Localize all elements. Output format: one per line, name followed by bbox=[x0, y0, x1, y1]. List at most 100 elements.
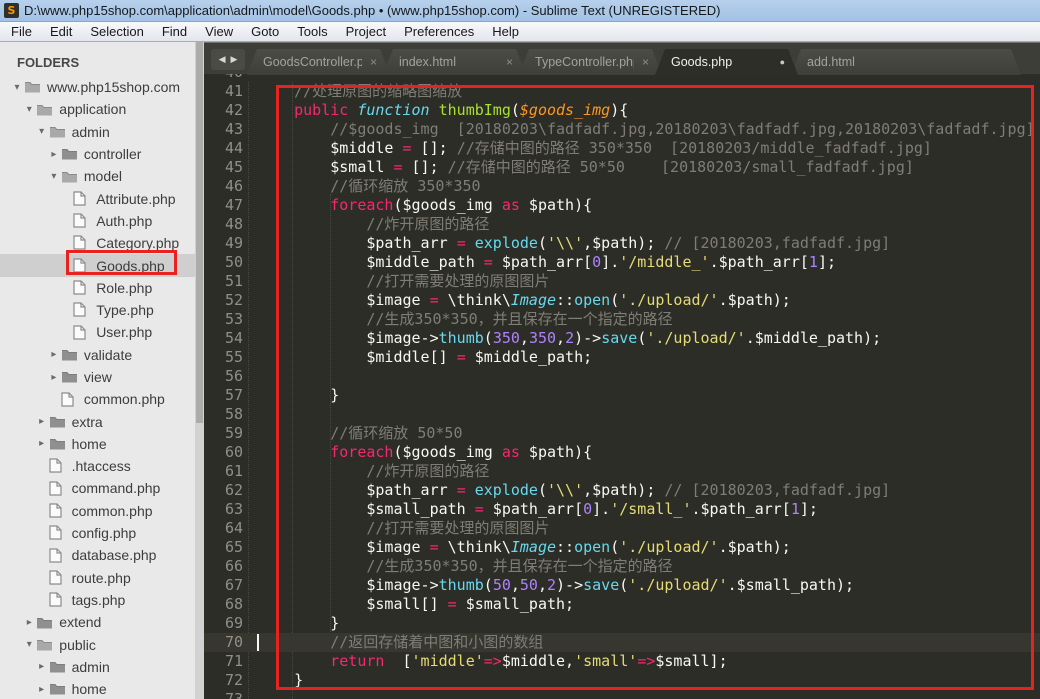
code-line[interactable]: 54 $image->thumb(350,350,2)->save('./upl… bbox=[204, 329, 1040, 348]
menu-goto[interactable]: Goto bbox=[242, 22, 288, 41]
tree-item-home[interactable]: ▸ home bbox=[0, 678, 204, 699]
tree-item-config-php[interactable]: config.php bbox=[0, 522, 204, 544]
line-number[interactable]: 61 bbox=[204, 462, 243, 481]
code-line[interactable]: 59 //循环缩放 50*50 bbox=[204, 424, 1040, 443]
line-number[interactable]: 47 bbox=[204, 196, 243, 215]
code-line[interactable]: 60 foreach($goods_img as $path){ bbox=[204, 443, 1040, 462]
sidebar-scrollbar[interactable] bbox=[195, 42, 204, 699]
tree-item-www-php15shop-com[interactable]: ▾ www.php15shop.com bbox=[0, 76, 204, 98]
menu-edit[interactable]: Edit bbox=[41, 22, 81, 41]
line-number[interactable]: 70 bbox=[204, 633, 243, 652]
line-number[interactable]: 68 bbox=[204, 595, 243, 614]
line-number[interactable]: 43 bbox=[204, 120, 243, 139]
tree-item-view[interactable]: ▸ view bbox=[0, 366, 204, 388]
collapse-triangle-icon[interactable]: ▾ bbox=[22, 104, 36, 115]
tree-item-tags-php[interactable]: tags.php bbox=[0, 589, 204, 611]
tree-item-command-php[interactable]: command.php bbox=[0, 477, 204, 499]
code-line[interactable]: 52 $image = \think\Image::open('./upload… bbox=[204, 291, 1040, 310]
line-number[interactable]: 50 bbox=[204, 253, 243, 272]
code-line[interactable]: 67 $image->thumb(50,50,2)->save('./uploa… bbox=[204, 576, 1040, 595]
menu-find[interactable]: Find bbox=[153, 22, 196, 41]
tree-item-attribute-php[interactable]: Attribute.php bbox=[0, 187, 204, 209]
code-line[interactable]: 50 $middle_path = $path_arr[0].'/middle_… bbox=[204, 253, 1040, 272]
tab-close-icon[interactable]: × bbox=[642, 55, 649, 69]
line-number[interactable]: 73 bbox=[204, 690, 243, 699]
tree-item-admin[interactable]: ▸ admin bbox=[0, 656, 204, 678]
code-line[interactable]: 58 bbox=[204, 405, 1040, 424]
tree-item-category-php[interactable]: Category.php bbox=[0, 232, 204, 254]
line-number[interactable]: 44 bbox=[204, 139, 243, 158]
line-number[interactable]: 63 bbox=[204, 500, 243, 519]
code-line[interactable]: 57 } bbox=[204, 386, 1040, 405]
tab-close-icon[interactable]: × bbox=[506, 55, 513, 69]
menu-view[interactable]: View bbox=[196, 22, 242, 41]
code-line[interactable]: 41 //处理原图的缩略图缩放 bbox=[204, 82, 1040, 101]
line-number[interactable]: 46 bbox=[204, 177, 243, 196]
line-number[interactable]: 49 bbox=[204, 234, 243, 253]
line-number[interactable]: 52 bbox=[204, 291, 243, 310]
line-number[interactable]: 53 bbox=[204, 310, 243, 329]
line-number[interactable]: 54 bbox=[204, 329, 243, 348]
line-number[interactable]: 65 bbox=[204, 538, 243, 557]
code-line[interactable]: 70 //返回存储着中图和小图的数组 bbox=[204, 633, 1040, 652]
tab-nav-arrows[interactable]: ◀ ▶ bbox=[211, 49, 245, 70]
line-number[interactable]: 59 bbox=[204, 424, 243, 443]
line-number[interactable]: 42 bbox=[204, 101, 243, 120]
tree-item-role-php[interactable]: Role.php bbox=[0, 277, 204, 299]
tree-item-public[interactable]: ▾ public bbox=[0, 633, 204, 655]
line-number[interactable]: 56 bbox=[204, 367, 243, 386]
code-line[interactable]: 47 foreach($goods_img as $path){ bbox=[204, 196, 1040, 215]
code-line[interactable]: 51 //打开需要处理的原图图片 bbox=[204, 272, 1040, 291]
collapse-triangle-icon[interactable]: ▾ bbox=[47, 171, 61, 182]
code-line[interactable]: 63 $small_path = $path_arr[0].'/small_'.… bbox=[204, 500, 1040, 519]
code-line[interactable]: 64 //打开需要处理的原图图片 bbox=[204, 519, 1040, 538]
line-number[interactable]: 64 bbox=[204, 519, 243, 538]
menu-help[interactable]: Help bbox=[483, 22, 528, 41]
expand-triangle-icon[interactable]: ▸ bbox=[35, 438, 49, 449]
tree-item-validate[interactable]: ▸ validate bbox=[0, 344, 204, 366]
code-line[interactable]: 46 //循环缩放 350*350 bbox=[204, 177, 1040, 196]
line-number[interactable]: 57 bbox=[204, 386, 243, 405]
code-line[interactable]: 61 //炸开原图的路径 bbox=[204, 462, 1040, 481]
collapse-triangle-icon[interactable]: ▾ bbox=[35, 126, 49, 137]
code-line[interactable]: 56 bbox=[204, 367, 1040, 386]
code-line[interactable]: 66 //生成350*350，并且保存在一个指定的路径 bbox=[204, 557, 1040, 576]
tree-item-auth-php[interactable]: Auth.php bbox=[0, 210, 204, 232]
line-number[interactable]: 66 bbox=[204, 557, 243, 576]
tree-item-model[interactable]: ▾ model bbox=[0, 165, 204, 187]
tab-close-icon[interactable]: × bbox=[370, 55, 377, 69]
tree-item-type-php[interactable]: Type.php bbox=[0, 299, 204, 321]
tab-goods-php[interactable]: Goods.php ● bbox=[655, 49, 798, 75]
tree-item-common-php[interactable]: common.php bbox=[0, 500, 204, 522]
tab-index-html[interactable]: index.html × bbox=[383, 49, 526, 75]
line-number[interactable]: 48 bbox=[204, 215, 243, 234]
tree-item-goods-php[interactable]: Goods.php bbox=[0, 254, 204, 277]
line-number[interactable]: 72 bbox=[204, 671, 243, 690]
code-line[interactable]: 65 $image = \think\Image::open('./upload… bbox=[204, 538, 1040, 557]
code-line[interactable]: 48 //炸开原图的路径 bbox=[204, 215, 1040, 234]
tab-scroll-left-icon[interactable]: ◀ bbox=[219, 49, 226, 70]
tree-item-extra[interactable]: ▸ extra bbox=[0, 410, 204, 432]
line-number[interactable]: 67 bbox=[204, 576, 243, 595]
code-line[interactable]: 53 //生成350*350，并且保存在一个指定的路径 bbox=[204, 310, 1040, 329]
menu-file[interactable]: File bbox=[2, 22, 41, 41]
line-number[interactable]: 55 bbox=[204, 348, 243, 367]
sidebar-scrollbar-thumb[interactable] bbox=[196, 42, 203, 424]
tab-add-html[interactable]: add.html bbox=[791, 49, 1021, 75]
expand-triangle-icon[interactable]: ▸ bbox=[47, 372, 61, 383]
code-line[interactable]: 43 //$goods_img [20180203\fadfadf.jpg,20… bbox=[204, 120, 1040, 139]
tree-item-controller[interactable]: ▸ controller bbox=[0, 143, 204, 165]
collapse-triangle-icon[interactable]: ▾ bbox=[22, 639, 36, 650]
code-area[interactable]: 4041 //处理原图的缩略图缩放42 public function thum… bbox=[204, 63, 1040, 699]
code-line[interactable]: 73 bbox=[204, 690, 1040, 699]
title-bar[interactable]: S D:\www.php15shop.com\application\admin… bbox=[0, 0, 1040, 22]
code-line[interactable]: 62 $path_arr = explode('\\',$path); // [… bbox=[204, 481, 1040, 500]
line-number[interactable]: 45 bbox=[204, 158, 243, 177]
tab-goodscontroller-php[interactable]: GoodsController.php × bbox=[247, 49, 390, 75]
tree-item-user-php[interactable]: User.php bbox=[0, 321, 204, 343]
tree-item-common-php[interactable]: common.php bbox=[0, 388, 204, 410]
menu-selection[interactable]: Selection bbox=[81, 22, 152, 41]
menu-project[interactable]: Project bbox=[337, 22, 395, 41]
tab-typecontroller-php[interactable]: TypeController.php × bbox=[519, 49, 662, 75]
code-line[interactable]: 71 return ['middle'=>$middle,'small'=>$s… bbox=[204, 652, 1040, 671]
